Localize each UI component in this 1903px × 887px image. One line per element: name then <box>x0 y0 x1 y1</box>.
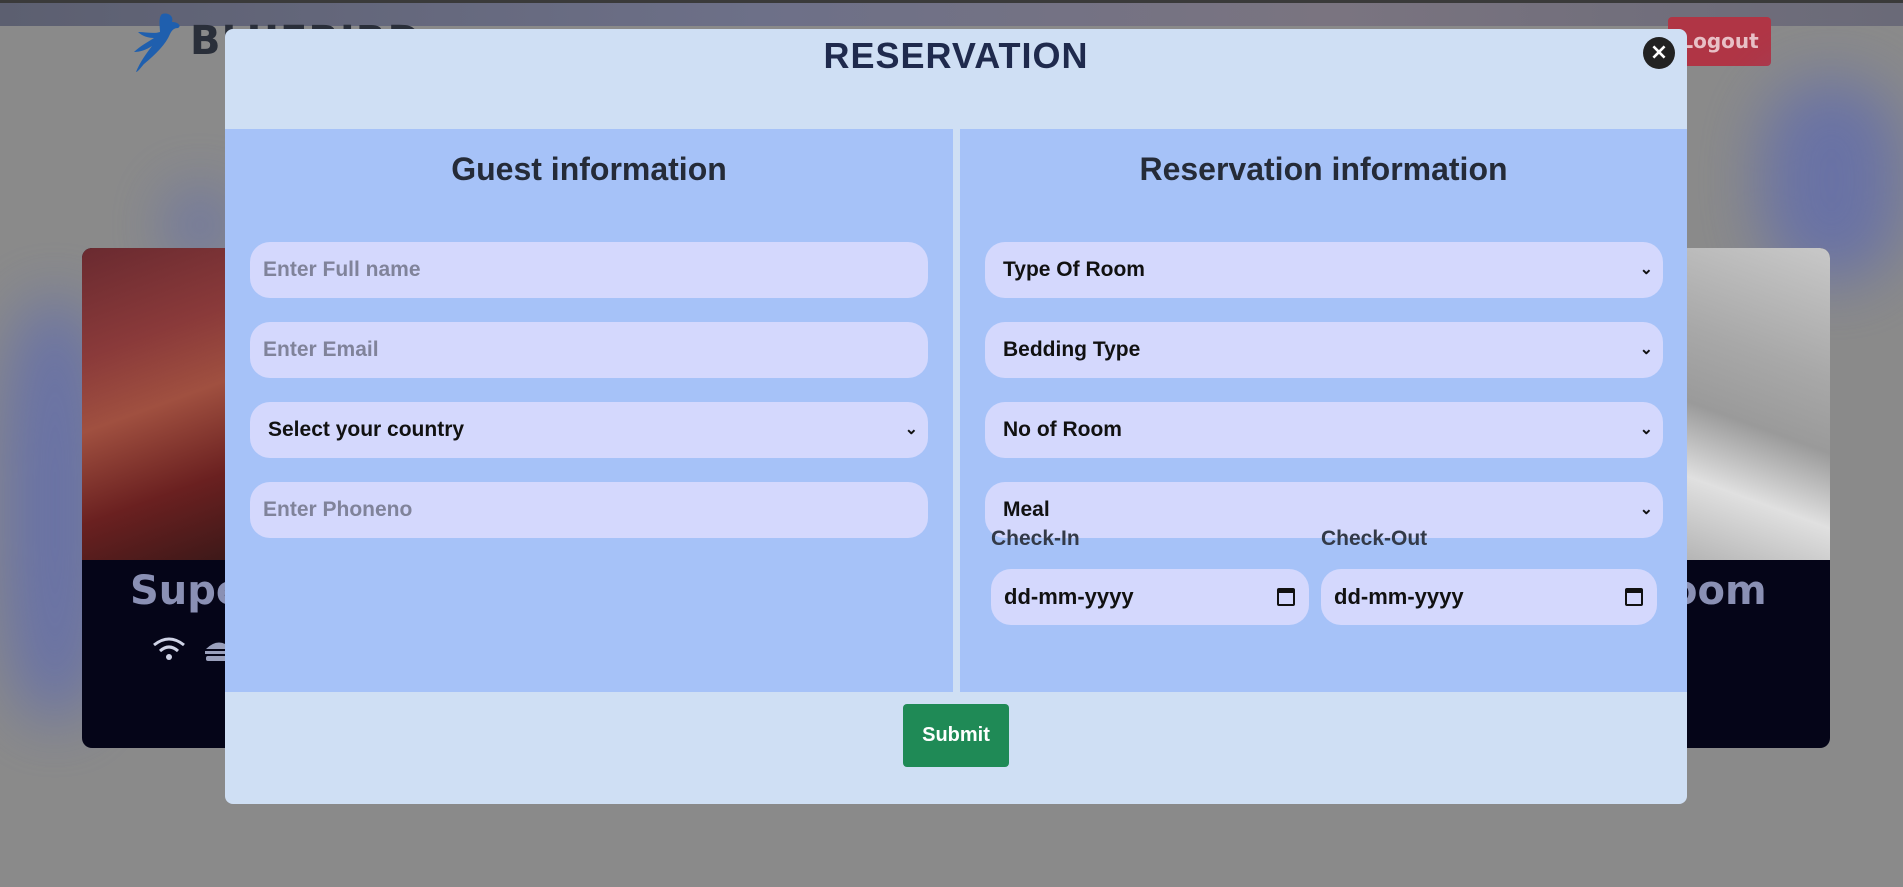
chevron-down-icon: ⌄ <box>1639 421 1653 438</box>
checkin-date-value: dd-mm-yyyy <box>1004 584 1134 609</box>
room-type-select-value: Type Of Room <box>1003 258 1145 281</box>
room-count-select[interactable]: No of Room ⌄ <box>985 402 1663 458</box>
guest-info-panel: Guest information Enter Full name Enter … <box>225 129 953 692</box>
room-card-left[interactable]: Supe <box>82 248 242 748</box>
room-count-select-value: No of Room <box>1003 418 1122 441</box>
chevron-down-icon: ⌄ <box>1639 501 1653 518</box>
checkin-date-input[interactable]: dd-mm-yyyy <box>991 569 1309 625</box>
close-button[interactable]: × <box>1643 37 1675 69</box>
checkin-label: Check-In <box>991 527 1080 550</box>
room-image <box>82 248 242 560</box>
checkout-date-value: dd-mm-yyyy <box>1334 584 1464 609</box>
chevron-down-icon: ⌄ <box>904 421 918 438</box>
chevron-down-icon: ⌄ <box>1639 341 1653 358</box>
country-select[interactable]: Select your country ⌄ <box>250 402 928 458</box>
bird-logo-icon <box>134 13 180 73</box>
chevron-down-icon: ⌄ <box>1639 261 1653 278</box>
checkout-label: Check-Out <box>1321 527 1428 550</box>
wifi-icon <box>153 637 185 660</box>
meal-select-value: Meal <box>1003 498 1050 521</box>
reservation-info-heading: Reservation information <box>1139 151 1508 187</box>
guest-info-heading: Guest information <box>451 151 727 187</box>
email-input[interactable]: Enter Email <box>250 322 928 378</box>
fullname-input[interactable]: Enter Full name <box>250 242 928 298</box>
checkout-date-input[interactable]: dd-mm-yyyy <box>1321 569 1657 625</box>
modal-title: RESERVATION <box>823 35 1089 76</box>
country-select-value: Select your country <box>268 418 465 441</box>
submit-button[interactable]: Submit <box>903 704 1009 767</box>
room-type-select[interactable]: Type Of Room ⌄ <box>985 242 1663 298</box>
phone-input[interactable]: Enter Phoneno <box>250 482 928 538</box>
calendar-icon[interactable] <box>1277 588 1295 606</box>
bedding-type-select[interactable]: Bedding Type ⌄ <box>985 322 1663 378</box>
calendar-icon[interactable] <box>1625 588 1643 606</box>
bedding-type-select-value: Bedding Type <box>1003 338 1141 361</box>
reservation-modal: RESERVATION × Guest information Enter Fu… <box>225 29 1687 804</box>
reservation-info-panel: Reservation information Type Of Room ⌄ B… <box>960 129 1687 692</box>
